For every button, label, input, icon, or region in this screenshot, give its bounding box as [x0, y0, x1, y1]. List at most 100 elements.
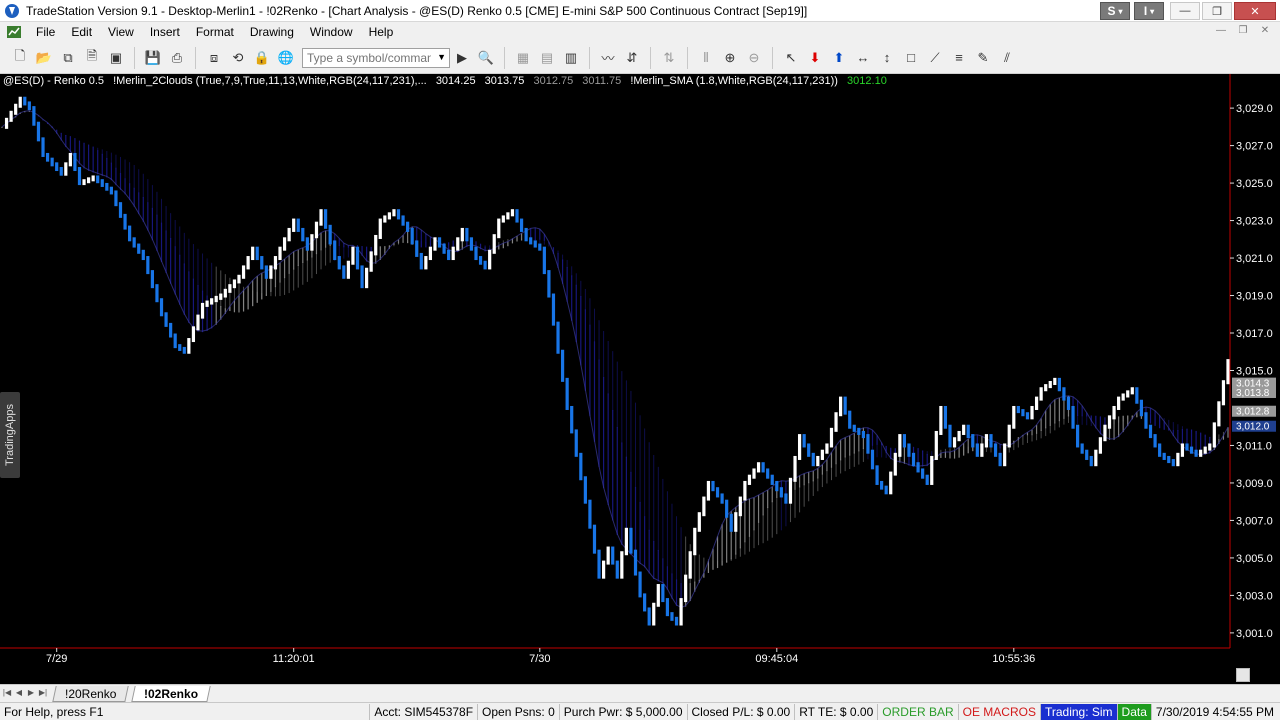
pointer-icon[interactable]: ↖: [781, 48, 801, 68]
renko-brick: [1030, 405, 1034, 420]
menu-file[interactable]: File: [28, 25, 63, 39]
globe-icon[interactable]: 🌐: [276, 48, 296, 68]
renko-brick: [547, 270, 551, 298]
renko-brick: [939, 405, 943, 435]
next-tab-icon[interactable]: ▶: [26, 688, 36, 700]
order-bar-button[interactable]: ORDER BAR: [877, 703, 957, 720]
interval-link-combo[interactable]: I ▾: [1134, 2, 1164, 20]
lock-icon[interactable]: 🔒: [252, 48, 272, 68]
pencil-icon[interactable]: ✎: [973, 48, 993, 68]
renko-brick: [1139, 399, 1144, 417]
study-value-2: 3013.75: [484, 75, 525, 87]
renko-brick: [82, 179, 86, 186]
save-icon[interactable]: 💾: [143, 48, 163, 68]
close-button[interactable]: ✕: [1234, 2, 1276, 20]
renko-brick: [943, 405, 948, 429]
renko-brick: [975, 443, 979, 457]
renko-brick: [150, 270, 155, 289]
prev-tab-icon[interactable]: ◀: [14, 688, 24, 700]
price-chart[interactable]: 3,029.0 3,027.0 3,025.0 3,023.0 3,021.0 3,019…: [0, 74, 1280, 684]
menu-format[interactable]: Format: [188, 25, 242, 39]
channel-icon[interactable]: ⫽: [997, 48, 1017, 68]
renko-brick: [1189, 446, 1194, 454]
trading-sim-badge[interactable]: Trading: Sim: [1039, 703, 1117, 720]
renko-brick: [141, 249, 145, 261]
tradestation-logo-icon: [5, 3, 19, 18]
rectangle-icon[interactable]: □: [901, 48, 921, 68]
horizontal-scroll-thumb[interactable]: [1236, 668, 1250, 682]
tab-20renko[interactable]: !20Renko: [52, 685, 130, 702]
renko-brick: [273, 256, 278, 270]
renko-brick: [893, 452, 897, 476]
minimize-button[interactable]: —: [1170, 2, 1200, 20]
menu-help[interactable]: Help: [361, 25, 402, 39]
restore-button[interactable]: ❐: [1202, 2, 1232, 20]
price-flag-label: 3,012.8: [1236, 407, 1270, 418]
symbol-link-combo[interactable]: S ▾: [1100, 2, 1130, 20]
renko-brick: [187, 338, 191, 354]
symbol-lookup-icon[interactable]: 🔍: [476, 48, 496, 68]
strategy-icon[interactable]: 〰: [598, 48, 618, 68]
format-bar-icon[interactable]: ▦: [513, 48, 533, 68]
open-folder-icon[interactable]: 📂: [34, 48, 54, 68]
vertical-line-icon[interactable]: ↕: [877, 48, 897, 68]
menu-view[interactable]: View: [100, 25, 142, 39]
chevron-down-icon[interactable]: ▼: [437, 52, 446, 62]
symbol-input[interactable]: [307, 50, 431, 65]
workspace-icon-2[interactable]: ▣: [106, 48, 126, 68]
trendline-icon[interactable]: ⟋: [925, 48, 945, 68]
indicator-icon[interactable]: ⇵: [622, 48, 642, 68]
main-toolbar: 🗋 📂 ⧉ 🗎 ▣ 💾 ⎙ ⧈ ⟲ 🔒 🌐 ▼ ▶ 🔍 ▦ ▤ ▥ 〰 ⇵ ⇅ …: [0, 42, 1280, 74]
zoom-in-icon[interactable]: ⊕: [720, 48, 740, 68]
zoom-out-icon[interactable]: ⊖: [744, 48, 764, 68]
mdi-close-button[interactable]: ✕: [1256, 25, 1274, 39]
bar-spacing-icon[interactable]: ⫴: [696, 48, 716, 68]
go-arrow-icon[interactable]: ▶: [452, 48, 472, 68]
menu-window[interactable]: Window: [302, 25, 361, 39]
menu-edit[interactable]: Edit: [63, 25, 100, 39]
buy-arrow-icon[interactable]: ⬆: [829, 48, 849, 68]
renko-brick: [191, 326, 196, 343]
renko-brick: [615, 560, 619, 579]
link-window-icon[interactable]: ⧈: [204, 48, 224, 68]
first-tab-icon[interactable]: |◀: [2, 688, 12, 700]
renko-brick: [132, 237, 136, 248]
symbol-command-input[interactable]: ▼: [302, 47, 450, 68]
chart-area[interactable]: 3,029.0 3,027.0 3,025.0 3,023.0 3,021.0 3,019…: [0, 74, 1280, 684]
renko-brick: [387, 212, 391, 220]
renko-brick: [392, 209, 396, 217]
renko-brick: [319, 209, 323, 226]
insert-analysis-icon[interactable]: ▥: [561, 48, 581, 68]
horizontal-line-icon[interactable]: ↔: [853, 48, 873, 68]
y-tick-label: 3,019.0: [1236, 291, 1273, 303]
menu-drawing[interactable]: Drawing: [242, 25, 302, 39]
renko-brick: [1107, 415, 1112, 429]
sync-icon[interactable]: ⟲: [228, 48, 248, 68]
renko-brick: [839, 396, 843, 417]
renko-brick: [820, 449, 824, 460]
status-rt-te: RT TE: $ 0.00: [794, 703, 877, 720]
renko-brick: [524, 227, 528, 242]
status-account[interactable]: Acct: SIM545378F: [369, 703, 477, 720]
menu-insert[interactable]: Insert: [142, 25, 188, 39]
mdi-minimize-button[interactable]: —: [1212, 25, 1230, 39]
format-symbol-icon[interactable]: ▤: [537, 48, 557, 68]
renko-brick: [365, 267, 369, 289]
renko-brick: [889, 471, 893, 495]
new-file-icon[interactable]: 🗋: [10, 48, 30, 68]
drawing-icon[interactable]: ⇅: [659, 48, 679, 68]
print-icon[interactable]: ⎙: [167, 48, 187, 68]
last-tab-icon[interactable]: ▶|: [38, 688, 48, 700]
oe-macros-button[interactable]: OE MACROS: [957, 703, 1040, 720]
data-badge[interactable]: Data: [1116, 703, 1151, 720]
new-window-icon[interactable]: 🗎: [82, 48, 102, 68]
sell-arrow-icon[interactable]: ⬇: [805, 48, 825, 68]
renko-brick: [1121, 393, 1125, 401]
save-all-icon[interactable]: ⧉: [58, 48, 78, 68]
renko-brick: [32, 106, 36, 126]
mdi-restore-button[interactable]: ❐: [1234, 25, 1252, 39]
tradingapps-side-tab[interactable]: TradingApps: [0, 392, 20, 478]
tab-02renko[interactable]: !02Renko: [131, 685, 212, 702]
renko-brick: [1094, 449, 1098, 467]
fib-lines-icon[interactable]: ≡: [949, 48, 969, 68]
